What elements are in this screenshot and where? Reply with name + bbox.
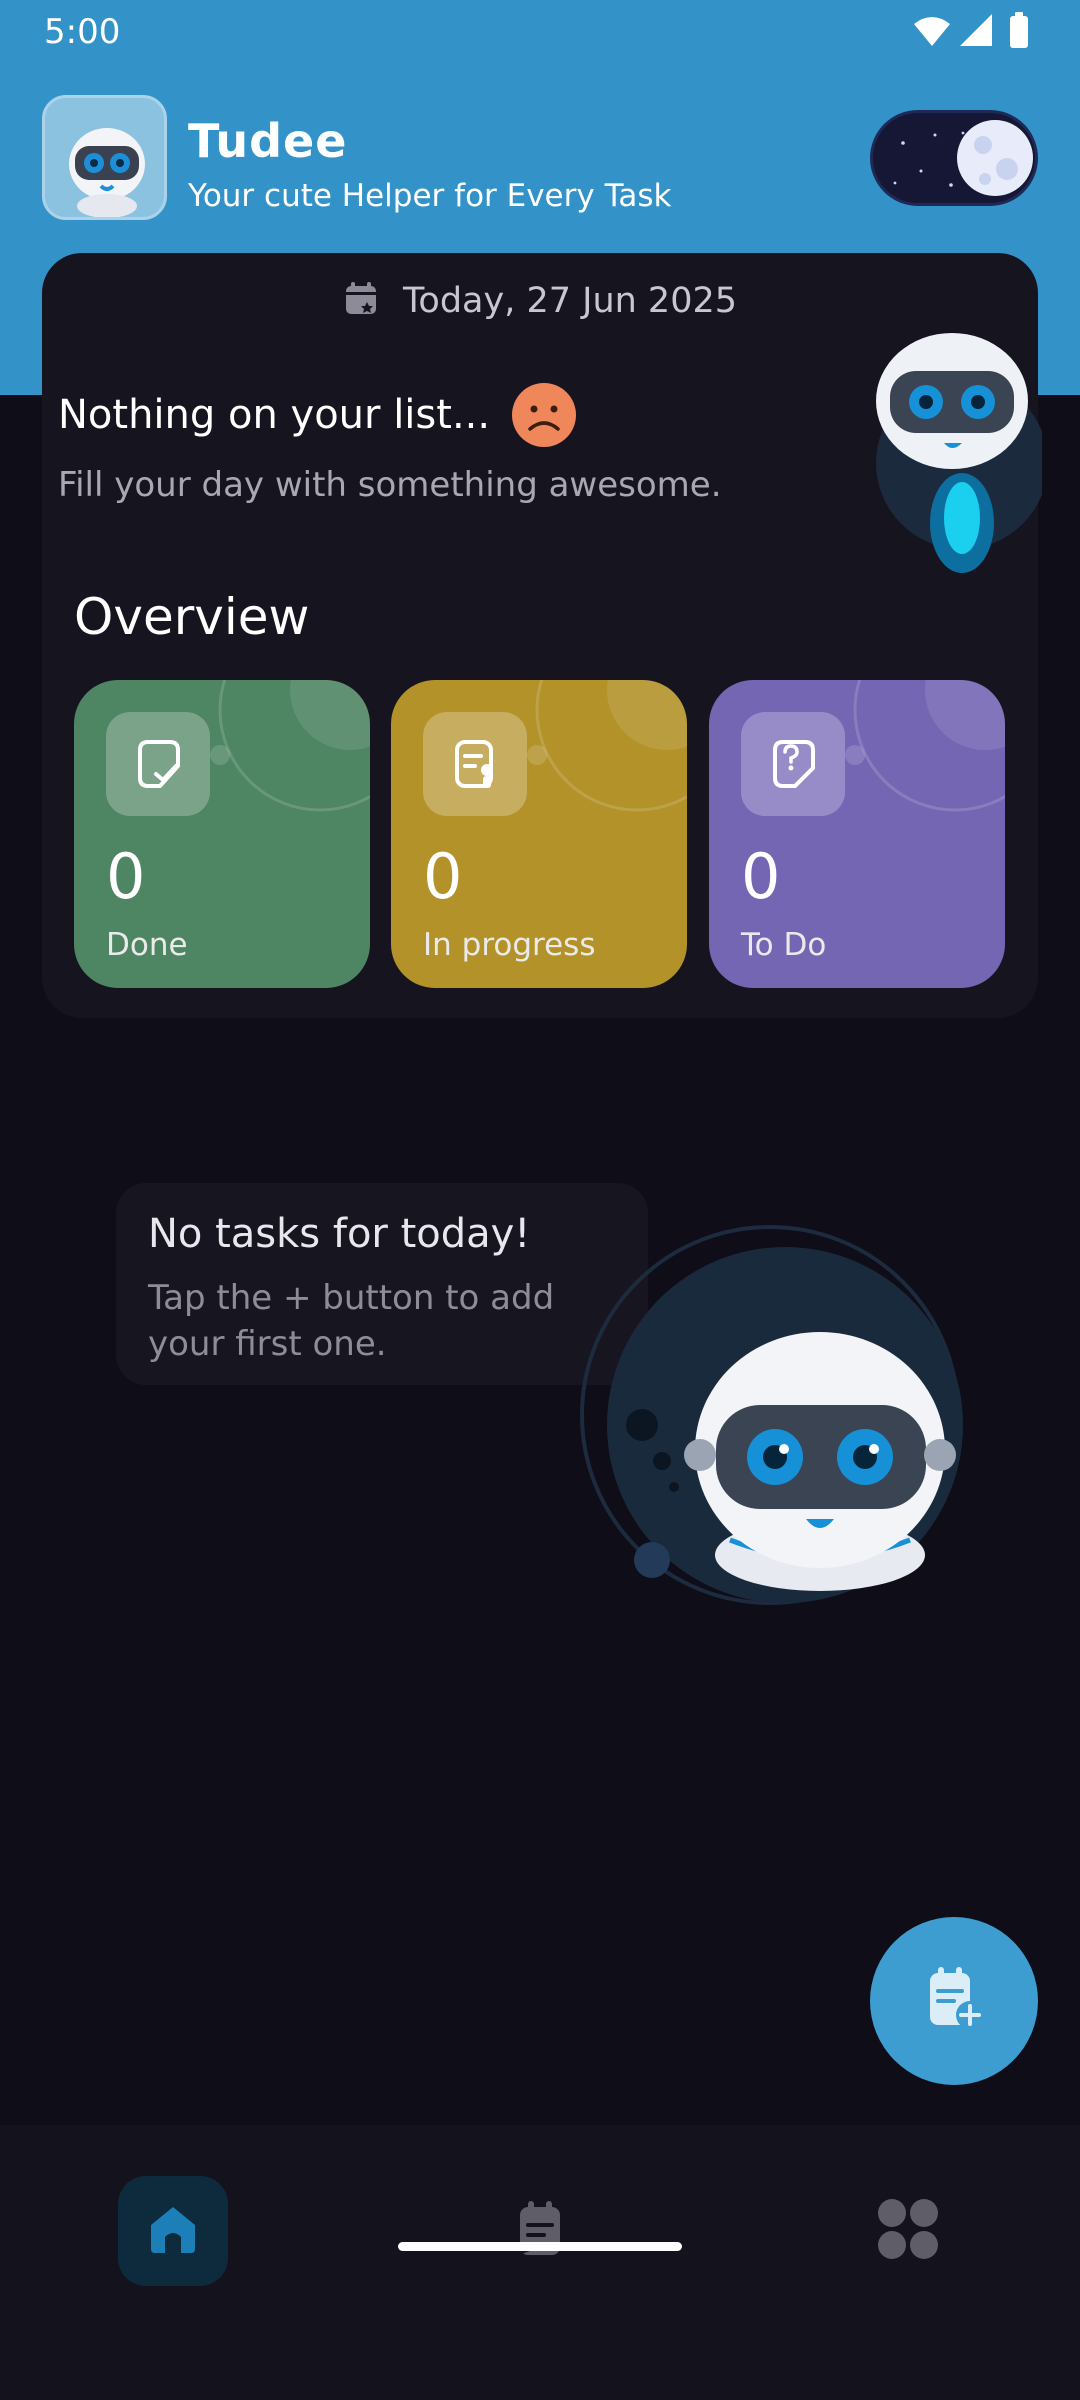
- in-progress-count: 0: [423, 840, 463, 913]
- status-time: 5:00: [44, 12, 121, 52]
- status-icons: [910, 12, 1040, 52]
- date-label: Today, 27 Jun 2025: [402, 281, 738, 321]
- app-header: Tudee Your cute Helper for Every Task: [0, 62, 1080, 232]
- empty-list-title-text: Nothing on your list...: [58, 392, 491, 438]
- wifi-icon: [914, 17, 950, 46]
- done-count: 0: [106, 840, 146, 913]
- moon-icon: [957, 120, 1033, 196]
- todo-task-icon: [741, 712, 845, 816]
- nav-categories[interactable]: [853, 2176, 963, 2286]
- nav-tasks[interactable]: [485, 2176, 595, 2286]
- date-row: Today, 27 Jun 2025: [42, 273, 1038, 329]
- robot-illustration: [570, 1215, 970, 1615]
- robot-logo-icon: [42, 95, 167, 220]
- decorative-circles: [527, 680, 687, 812]
- empty-tasks-bubble: No tasks for today! Tap the + button to …: [116, 1183, 648, 1385]
- home-indicator[interactable]: [398, 2242, 682, 2251]
- stat-card-in-progress[interactable]: 0 In progress: [391, 680, 687, 988]
- stat-card-done[interactable]: 0 Done: [74, 680, 370, 988]
- todo-count: 0: [741, 840, 781, 913]
- decorative-circles: [210, 680, 370, 812]
- status-bar: 5:00: [0, 0, 1080, 62]
- add-task-icon: [918, 1963, 990, 2039]
- done-task-icon: [106, 712, 210, 816]
- empty-tasks-title: No tasks for today!: [148, 1211, 531, 1257]
- app-subtitle: Your cute Helper for Every Task: [188, 178, 672, 214]
- done-label: Done: [106, 927, 188, 963]
- app-title: Tudee: [188, 114, 348, 168]
- signal-icon: [960, 14, 992, 46]
- sad-face-icon: [512, 383, 577, 447]
- theme-toggle[interactable]: [870, 110, 1038, 206]
- battery-icon: [1010, 12, 1028, 48]
- bottom-navigation: [0, 2125, 1080, 2400]
- tasks-icon: [510, 2199, 570, 2263]
- empty-list-title: Nothing on your list...: [58, 383, 577, 447]
- summary-card: Today, 27 Jun 2025 Nothing on your list.…: [42, 253, 1048, 1018]
- in-progress-task-icon: [423, 712, 527, 816]
- calendar-icon: [343, 280, 381, 322]
- nav-home[interactable]: [118, 2176, 228, 2286]
- stat-card-todo[interactable]: 0 To Do: [709, 680, 1005, 988]
- empty-list-subtitle: Fill your day with something awesome.: [58, 465, 722, 505]
- decorative-circles: [845, 680, 1005, 812]
- overview-title: Overview: [74, 588, 310, 646]
- empty-tasks-subtitle: Tap the + button to add your first one.: [148, 1278, 555, 1364]
- home-icon: [143, 2199, 203, 2263]
- todo-label: To Do: [741, 927, 827, 963]
- in-progress-label: In progress: [423, 927, 596, 963]
- categories-icon: [876, 2197, 940, 2265]
- add-task-button[interactable]: [870, 1917, 1038, 2085]
- flying-robot-illustration: [822, 323, 1048, 583]
